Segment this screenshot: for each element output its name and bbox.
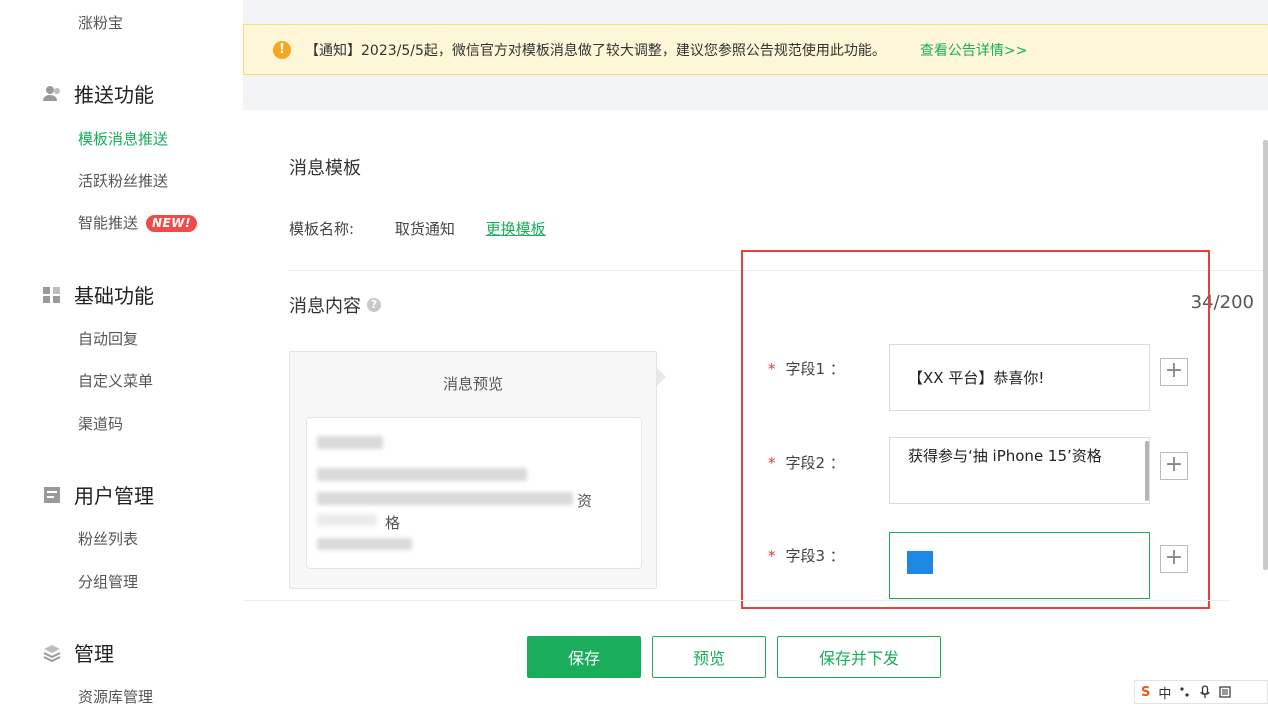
content-title-text: 消息内容 [289, 296, 361, 317]
save-button[interactable]: 保存 [527, 636, 641, 678]
preview-arrow [657, 368, 666, 386]
microphone-icon[interactable] [1199, 685, 1211, 699]
preview-visible-char: 资 [577, 492, 593, 510]
ime-toolbar: S 中 [1134, 680, 1268, 704]
highlight-box [741, 250, 1210, 609]
page-title: 消息模板 [289, 158, 361, 179]
preview-visible-char: 格 [385, 514, 401, 532]
sidebar-section-basic: 基础功能 [42, 280, 154, 309]
blurred-text [317, 436, 383, 449]
help-icon[interactable]: ? [367, 298, 381, 312]
preview-body: 资 格 [306, 417, 642, 569]
save-and-send-button[interactable]: 保存并下发 [777, 636, 941, 678]
layers-icon [43, 644, 61, 662]
content-title: 消息内容 ? [289, 292, 381, 318]
message-preview-panel: 消息预览 资 格 [289, 351, 657, 589]
blurred-text [317, 492, 573, 505]
template-name-row: 模板名称: 取货通知 更换模板 [289, 218, 546, 239]
sidebar-item-channel-code[interactable]: 渠道码 [78, 413, 123, 434]
blurred-text [317, 538, 412, 550]
sidebar-item-growth[interactable]: 涨粉宝 [78, 12, 123, 33]
notice-bar: ! 【通知】2023/5/5起，微信官方对模板消息做了较大调整，建议您参照公告规… [243, 24, 1268, 75]
sidebar-item-template-push[interactable]: 模板消息推送 [78, 128, 168, 149]
template-name-value: 取货通知 [394, 220, 455, 238]
template-name-label: 模板名称: [289, 220, 355, 238]
sidebar-section-title: 推送功能 [74, 83, 154, 107]
sidebar-section-title: 用户管理 [74, 484, 154, 508]
preview-button[interactable]: 预览 [652, 636, 766, 678]
notice-detail-link[interactable]: 查看公告详情>> [920, 40, 1027, 60]
sidebar-section-title: 基础功能 [74, 284, 154, 308]
sidebar-item-active-fans-push[interactable]: 活跃粉丝推送 [78, 170, 168, 191]
sidebar-section-title: 管理 [74, 642, 114, 666]
warning-icon: ! [273, 40, 291, 59]
sidebar-section-manage: 管理 [42, 638, 114, 667]
sidebar-section-push: 推送功能 [42, 79, 154, 108]
blurred-text [317, 514, 377, 526]
sidebar-item-fan-list[interactable]: 粉丝列表 [78, 528, 138, 549]
sidebar-item-auto-reply[interactable]: 自动回复 [78, 328, 138, 349]
notice-text: 【通知】2023/5/5起，微信官方对模板消息做了较大调整，建议您参照公告规范使… [305, 42, 886, 59]
user-card-icon [44, 486, 60, 503]
sidebar-item-custom-menu[interactable]: 自定义菜单 [78, 370, 153, 391]
ime-logo[interactable]: S [1141, 685, 1150, 700]
sidebar-section-users: 用户管理 [42, 480, 154, 509]
blurred-text [317, 468, 527, 481]
sidebar-item-smart-push[interactable]: 智能推送 NEW! [78, 212, 197, 233]
preview-title: 消息预览 [442, 375, 503, 393]
divider [243, 600, 1230, 601]
sidebar: 涨粉宝 推送功能 模板消息推送 活跃粉丝推送 智能推送 NEW! 基础功能 自动回… [0, 0, 243, 713]
sidebar-item-label: 智能推送 [78, 214, 139, 232]
change-template-link[interactable]: 更换模板 [486, 220, 546, 238]
grid-icon [43, 286, 60, 303]
new-badge: NEW! [146, 215, 197, 232]
keyboard-icon[interactable] [1219, 686, 1231, 698]
punctuation-icon[interactable] [1179, 686, 1191, 698]
page-scrollbar[interactable] [1263, 140, 1268, 570]
sidebar-item-resource-library[interactable]: 资源库管理 [78, 686, 153, 707]
users-icon [43, 85, 60, 101]
sidebar-item-group-management[interactable]: 分组管理 [78, 571, 138, 592]
ime-language[interactable]: 中 [1158, 683, 1171, 702]
